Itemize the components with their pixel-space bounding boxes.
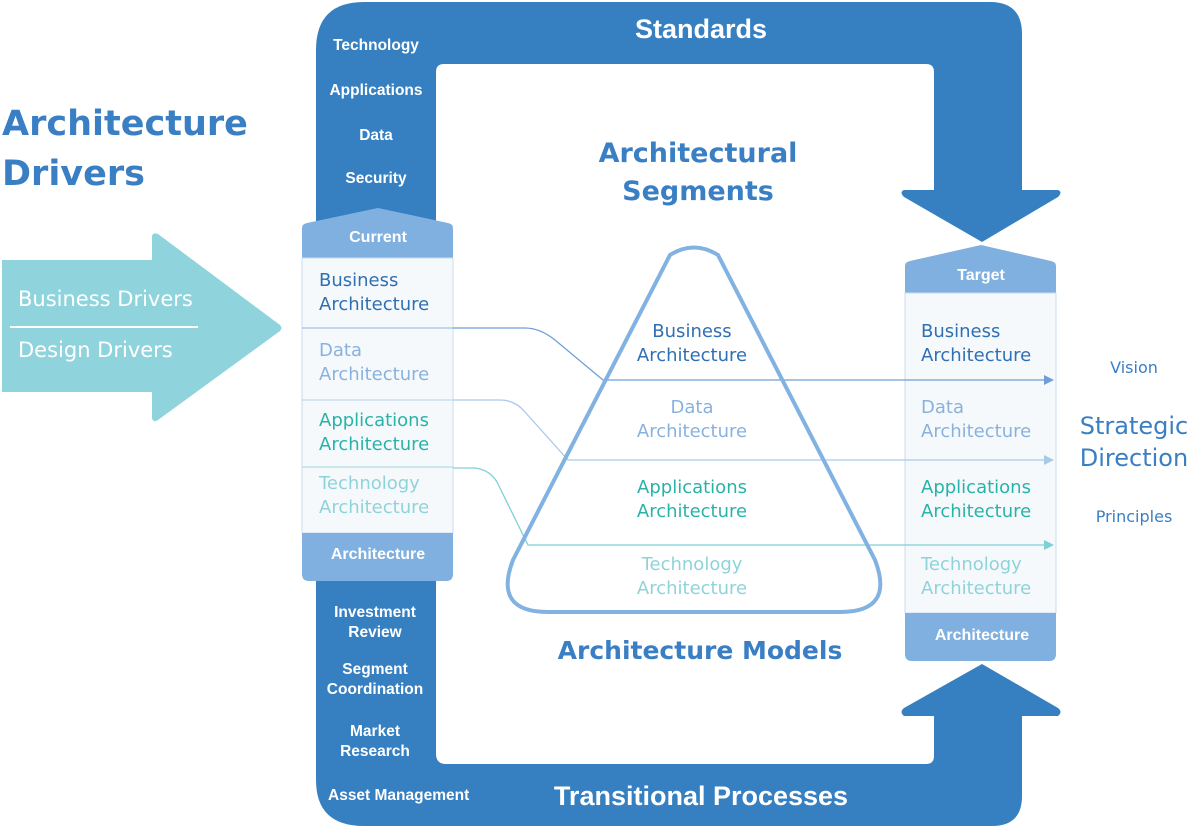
process-segment-coordination: Segment Coordination (326, 661, 424, 698)
process-asset-management: Asset Management (328, 787, 470, 804)
standards-title: Standards (634, 14, 768, 44)
vision-label: Vision (1110, 358, 1158, 377)
pyramid-business-architecture: Business Architecture (636, 321, 748, 366)
pyramid-data-architecture: Data Architecture (636, 397, 748, 442)
standard-data: Data (359, 127, 393, 144)
target-header: Target (957, 267, 1005, 284)
pyramid-technology-architecture: Technology Architecture (636, 554, 748, 599)
current-header: Current (349, 229, 407, 246)
target-business-architecture: Business Architecture (921, 321, 1032, 366)
current-applications-architecture: Applications Architecture (319, 410, 430, 455)
architecture-models-title: Architecture Models (557, 636, 843, 665)
drivers-title-line1: Architecture (2, 104, 248, 144)
target-data-architecture: Data Architecture (921, 397, 1032, 442)
driver-design: Design Drivers (18, 338, 173, 362)
current-data-architecture: Data Architecture (319, 340, 430, 385)
target-footer: Architecture (934, 627, 1030, 644)
current-footer: Architecture (330, 546, 426, 563)
current-technology-architecture: Technology Architecture (319, 473, 430, 518)
driver-business: Business Drivers (18, 287, 193, 311)
target-technology-architecture: Technology Architecture (921, 554, 1032, 599)
principles-label: Principles (1095, 507, 1173, 526)
architectural-segments-title: Architectural Segments (598, 138, 798, 207)
standard-security: Security (345, 170, 407, 187)
strategic-direction-title: Strategic Direction (1079, 412, 1189, 472)
drivers-title-line2: Drivers (2, 154, 145, 194)
current-business-architecture: Business Architecture (319, 270, 430, 315)
target-applications-architecture: Applications Architecture (921, 477, 1032, 522)
pyramid-applications-architecture: Applications Architecture (636, 477, 748, 522)
standard-technology: Technology (333, 37, 419, 54)
standard-applications: Applications (329, 82, 423, 99)
transitional-processes-title: Transitional Processes (553, 781, 849, 811)
process-market-research: Market Research (340, 723, 410, 760)
current-column (301, 208, 454, 581)
process-investment-review: Investment Review (334, 604, 416, 641)
